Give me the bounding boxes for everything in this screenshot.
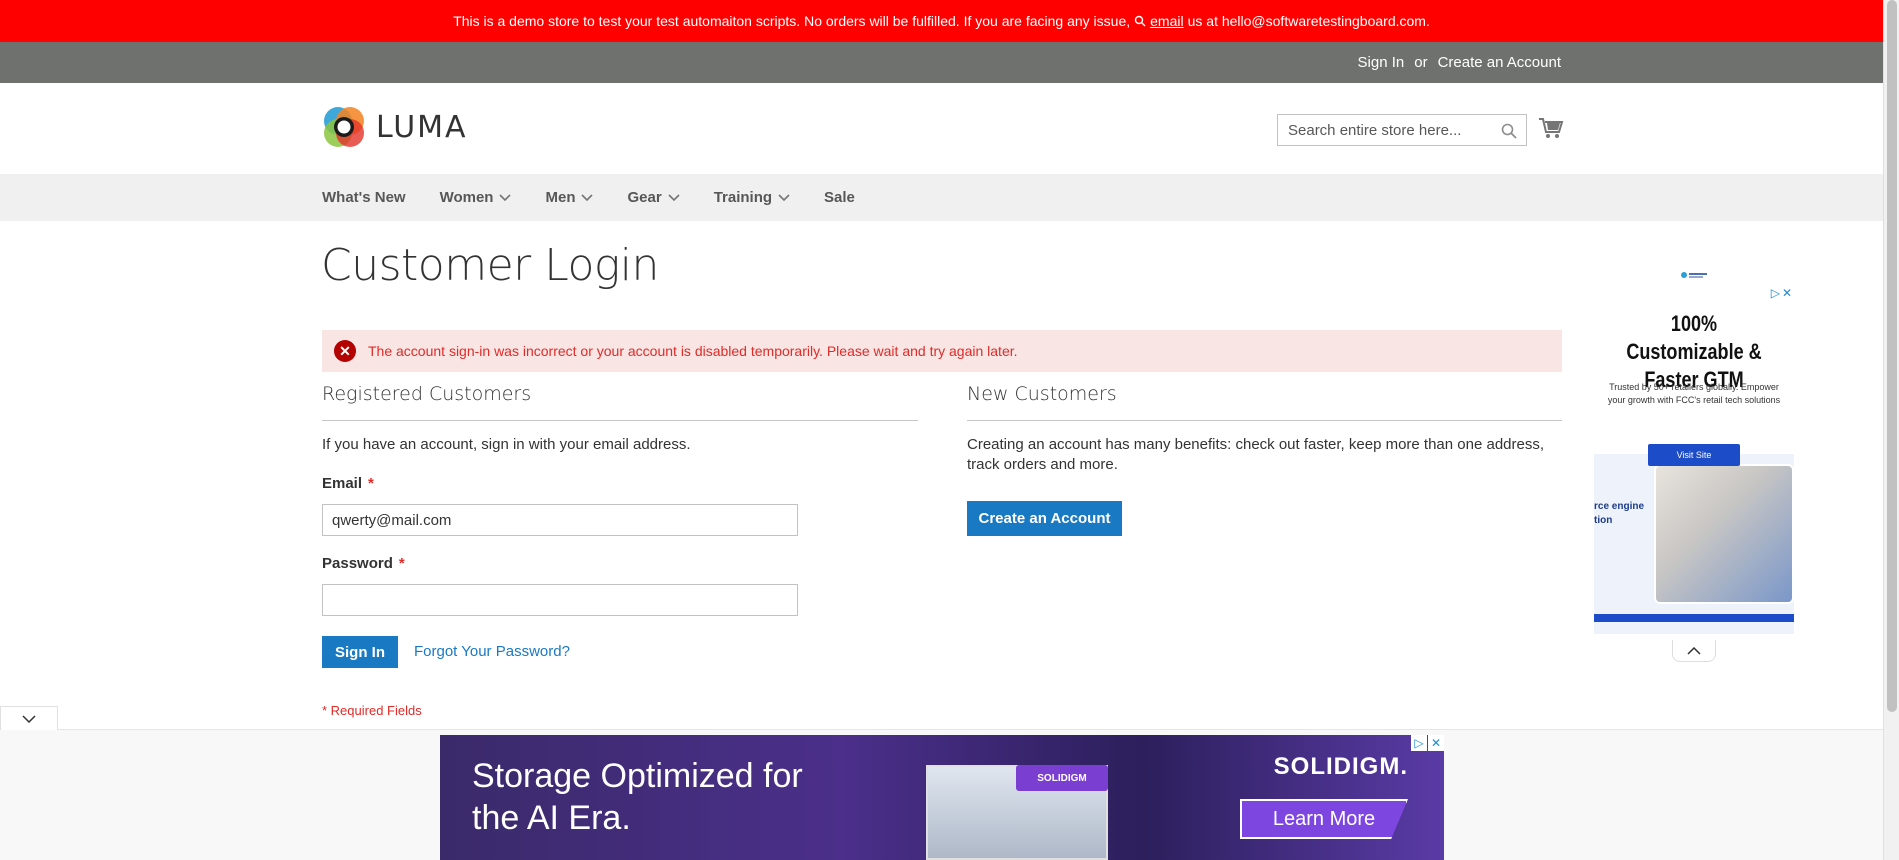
registered-intro: If you have an account, sign in with you… [322,436,691,453]
ad-choices[interactable]: ▷ ✕ [1771,286,1792,300]
error-icon: ✕ [334,340,356,362]
bottom-advertisement[interactable]: Storage Optimized for the AI Era. SOLIDI… [440,735,1444,860]
password-field[interactable] [322,584,798,616]
chevron-up-icon [1687,646,1701,655]
demo-notice-banner: This is a demo store to test your test a… [0,0,1883,42]
bottom-ad-badge: SOLIDIGM [1016,765,1108,791]
ad-image: rce engine tion [1594,454,1794,634]
header-panel: Sign In or Create an Account [0,42,1883,83]
password-label-text: Password [322,555,393,572]
sign-in-button[interactable]: Sign In [322,636,398,668]
visit-site-button[interactable]: Visit Site [1648,444,1740,466]
demo-notice-text: This is a demo store to test your test a… [453,13,1131,29]
scrollbar-thumb[interactable] [1887,0,1897,712]
learn-more-button[interactable]: Learn More [1240,799,1408,839]
close-icon[interactable]: ✕ [1782,286,1792,300]
page-scrollbar[interactable] [1883,0,1899,860]
required-fields-note: * Required Fields [322,703,422,718]
nav-item-gear[interactable]: Gear [627,189,680,206]
bottom-ad-headline: Storage Optimized for the AI Era. [472,757,803,837]
new-customers-text: Creating an account has many benefits: c… [967,436,1545,473]
nav-item-label: What's New [322,189,406,206]
ad-choices-icon[interactable]: ▷ [1411,735,1427,751]
email-link[interactable]: email [1150,13,1183,29]
password-label: Password * [322,555,405,572]
nav-item-training[interactable]: Training [714,189,790,206]
email-label-text: Email [322,475,363,492]
required-marker: * [398,555,405,572]
create-account-link[interactable]: Create an Account [1438,54,1561,71]
chevron-down-icon [778,193,790,201]
header-content: LUMA [0,83,1883,174]
chevron-down-icon [581,193,594,201]
email-label: Email * [322,475,374,492]
luma-logo-icon [324,107,364,147]
nav-item-sale[interactable]: Sale [824,189,855,206]
error-message-text: The account sign-in was incorrect or you… [368,343,1018,359]
nav-menu: What's New Women Men Gear Training Sale [322,174,889,221]
email-field[interactable] [322,504,798,536]
header-links: Sign In or Create an Account [1358,54,1561,71]
bottom-ad-toggle[interactable] [0,706,58,730]
search-icon[interactable] [1500,122,1518,140]
ad-photo [1654,464,1794,604]
error-message: ✕ The account sign-in was incorrect or y… [322,330,1562,372]
nav-item-label: Sale [824,189,855,206]
side-advertisement[interactable]: ▷ ✕ 100% Customizable & Faster GTM Trust… [1594,264,1794,644]
new-customers-divider [967,420,1562,421]
cart-icon[interactable] [1538,116,1564,140]
logo-text: LUMA [376,109,468,145]
demo-notice-text-end: us at hello@softwaretestingboard.com. [1187,13,1430,29]
create-account-button[interactable]: Create an Account [967,501,1122,536]
ad-bar [1594,614,1794,622]
new-customers-title: New Customers [967,383,1117,405]
search-box [1277,114,1527,146]
forgot-password-link[interactable]: Forgot Your Password? [414,643,570,660]
bottom-ad-choices[interactable]: ▷ ✕ [1411,735,1444,751]
required-marker: * [368,475,374,492]
ad-subtext: Trusted by 50+ retailers globally. Empow… [1607,382,1781,405]
chevron-down-icon [22,714,36,723]
close-icon[interactable]: ✕ [1428,735,1444,751]
chevron-down-icon [499,193,512,201]
nav-item-label: Training [713,189,773,206]
registered-divider [322,420,918,421]
registered-customers-title: Registered Customers [322,383,532,405]
main-navigation: What's New Women Men Gear Training Sale [0,174,1883,221]
ad-choices-icon[interactable]: ▷ [1771,286,1780,300]
or-text: or [1414,54,1428,71]
sign-in-link[interactable]: Sign In [1358,54,1405,71]
nav-item-whats-new[interactable]: What's New [322,189,406,206]
nav-item-men[interactable]: Men [545,189,594,206]
chevron-down-icon [668,193,680,201]
advertiser-logo-icon [1681,272,1707,278]
nav-item-women[interactable]: Women [440,189,512,206]
ad-image-text: rce engine tion [1594,501,1645,526]
bottom-ad-brand: SOLIDIGM. [1273,753,1408,780]
search-input[interactable] [1286,120,1496,140]
nav-item-label: Women [439,189,494,206]
search-icon [1134,15,1146,27]
ad-collapse-button[interactable] [1672,640,1716,662]
luma-logo[interactable]: LUMA [322,105,468,149]
nav-item-label: Gear [627,189,662,206]
nav-item-label: Men [545,189,576,206]
page-title: Customer Login [321,240,659,291]
